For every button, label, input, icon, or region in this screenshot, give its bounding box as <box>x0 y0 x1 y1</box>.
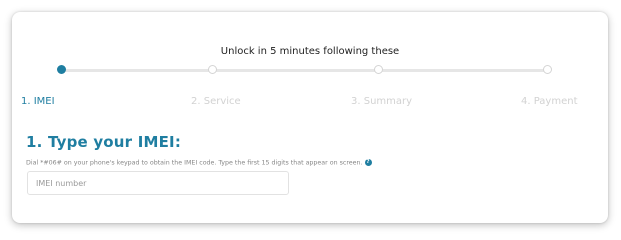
progress-track <box>62 69 550 72</box>
wizard-headline: Unlock in 5 minutes following these <box>220 46 400 57</box>
imei-hint-text: Dial *#06# on your phone's keypad to obt… <box>26 159 363 167</box>
imei-input[interactable] <box>27 171 289 195</box>
step-label-payment: 4. Payment <box>521 96 578 107</box>
unlock-card: Unlock in 5 minutes following these 1. I… <box>12 12 608 223</box>
step-1-indicator <box>57 65 66 74</box>
step-label-imei: 1. IMEI <box>21 96 55 107</box>
step-3-indicator <box>374 65 383 74</box>
imei-section-title: 1. Type your IMEI: <box>26 133 182 151</box>
step-label-service: 2. Service <box>191 96 241 107</box>
step-label-summary: 3. Summary <box>351 96 413 107</box>
step-4-indicator <box>543 65 552 74</box>
step-2-indicator <box>208 65 217 74</box>
question-circle-icon[interactable]: ? <box>364 159 372 166</box>
imei-hint: Dial *#06# on your phone's keypad to obt… <box>26 159 372 167</box>
